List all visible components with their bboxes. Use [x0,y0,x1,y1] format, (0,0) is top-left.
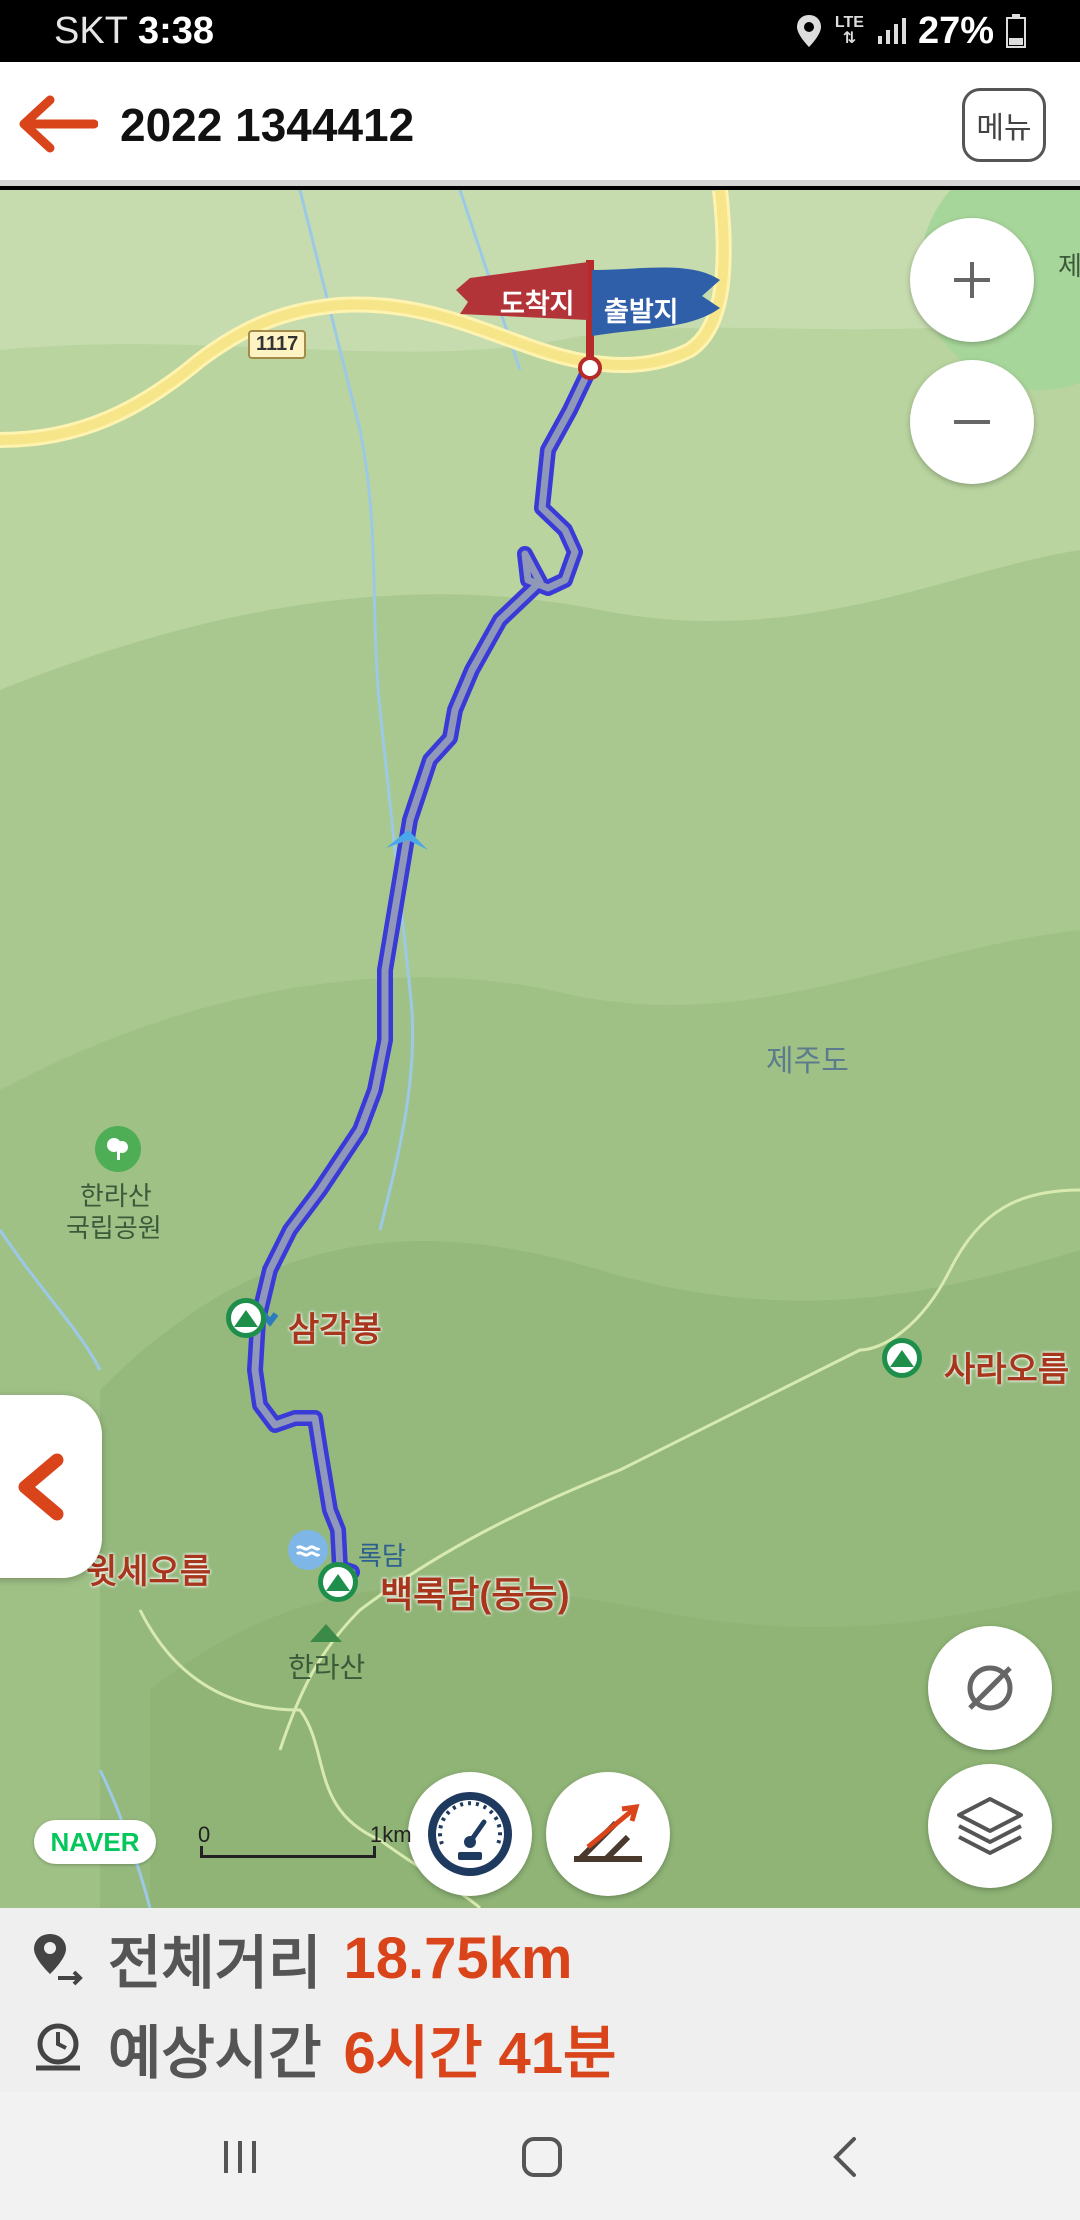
speedometer-icon [428,1792,512,1876]
elevation-icon [574,1803,642,1862]
side-panel-toggle[interactable] [0,1395,102,1578]
page-title: 2022 1344412 [120,99,415,151]
elevation-profile-button[interactable] [546,1772,670,1896]
summit-label-witseoreum: 윗세오름 [86,1553,212,1591]
region-label-edge: 제 [1058,251,1080,281]
park-label-line2: 국립공원 [66,1213,162,1243]
summit-label-samgakbong: 삼각봉 [288,1311,382,1349]
battery-percent: 27% [917,9,994,52]
location-tracking-button[interactable] [928,1626,1052,1750]
peak-icon [310,1624,342,1642]
status-bar: SKT 3:38 LTE ⇅ 27% [0,0,1080,62]
system-nav-bar [0,2092,1080,2220]
clock-icon [36,2023,80,2071]
zoom-out-button[interactable] [910,360,1034,484]
scale-start: 0 [198,1822,211,1847]
layers-icon [957,1797,1023,1855]
time-value: 6시간 41분 [343,2021,617,2086]
compass-off-icon [967,1665,1013,1711]
battery-icon [1006,14,1026,48]
lte-icon: LTE ⇅ [834,14,864,47]
location-icon [796,15,821,47]
region-label-jejudo: 제주도 [766,1045,849,1078]
back-chevron-icon [833,2137,856,2177]
route-info-panel: 전체거리 18.75km 예상시간 6시간 41분 [0,1908,1080,2092]
home-icon [522,2137,562,2177]
status-icons: LTE ⇅ 27% [795,8,1026,54]
clock: 3:38 [138,10,215,52]
speedometer-button[interactable] [408,1772,532,1896]
minus-icon [954,420,990,424]
estimated-time-row: 예상시간 6시간 41분 [28,2008,616,2088]
map-view[interactable]: 도착지 출발지 1117 한라산 국립공원 제주도 제 삼각봉 사라오름 윗세오… [0,190,1080,1908]
lake-icon [288,1530,328,1570]
scale-bar [200,1846,376,1858]
recent-apps-button[interactable] [200,2122,280,2192]
distance-value: 18.75km [343,1925,573,1991]
home-button[interactable] [502,2122,582,2192]
arrow-left-icon [19,95,99,153]
carrier-label: SKT [54,10,128,52]
chevron-left-icon [18,1453,64,1520]
arrival-flag-label: 도착지 [500,289,575,319]
summit-label-saraoreum: 사라오름 [944,1351,1070,1389]
recent-apps-icon [224,2141,256,2173]
back-button[interactable] [18,92,99,156]
back-nav-button[interactable] [806,2122,886,2192]
distance-label: 전체거리 [108,1931,322,1996]
map-scale: 0 1km [198,1822,418,1862]
park-icon [95,1126,141,1172]
peak-label-hallasan: 한라산 [288,1652,366,1683]
menu-button[interactable]: 메뉴 [962,88,1046,162]
mountain-marker-icon [882,1338,922,1378]
app-header: 2022 1344412 메뉴 [0,62,1080,186]
route-pin-icon [34,1934,83,1986]
departure-flag-label: 출발지 [604,297,679,327]
naver-logo: NAVER [34,1820,156,1864]
mountain-marker-icon [226,1298,266,1338]
map-layers-button[interactable] [928,1764,1052,1888]
summit-label-baengnokdam: 백록담(동능) [380,1574,570,1615]
plus-icon [954,262,990,298]
mountain-marker-icon [318,1562,358,1602]
time-label: 예상시간 [108,2021,322,2086]
total-distance-row: 전체거리 18.75km [28,1918,572,1998]
scale-end: 1km [370,1822,412,1847]
signal-icon [877,18,906,44]
zoom-in-button[interactable] [910,218,1034,342]
road-number-badge: 1117 [248,330,307,359]
